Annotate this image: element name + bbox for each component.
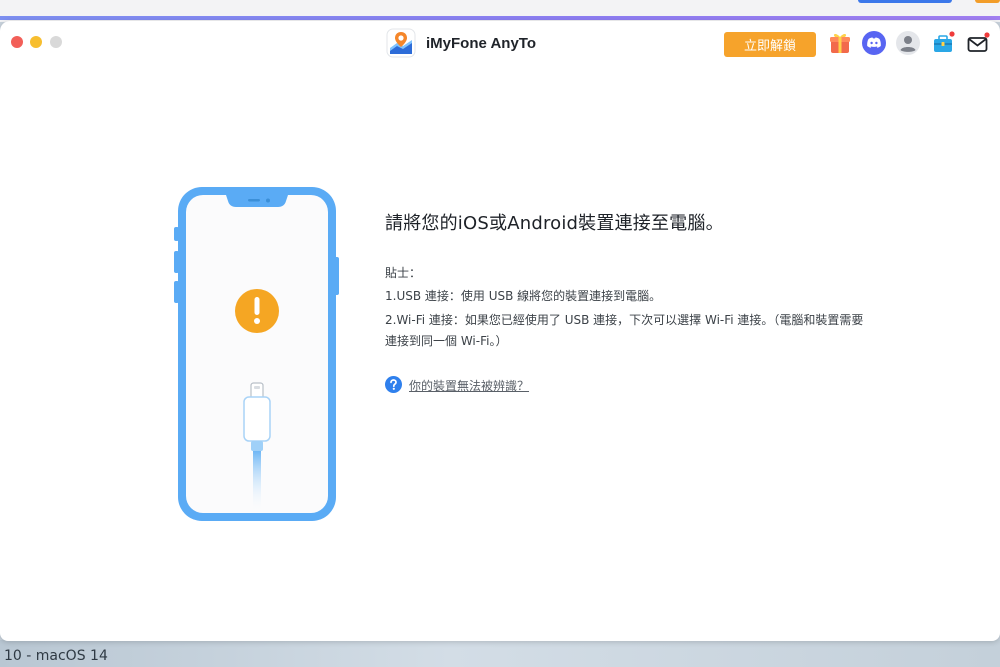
app-logo-icon — [386, 28, 416, 58]
tip-usb: 1.USB 連接：使用 USB 線將您的裝置連接到電腦。 — [385, 289, 662, 303]
device-not-recognized-link[interactable]: 你的裝置無法被辨識？ — [409, 377, 529, 394]
toolbox-icon[interactable] — [930, 30, 956, 56]
discord-icon[interactable] — [861, 30, 887, 56]
tip-wifi: 2.Wi-Fi 連接：如果您已經使用了 USB 連接，下次可以選擇 Wi-Fi … — [385, 313, 864, 348]
window-minimize-button[interactable] — [30, 36, 42, 48]
app-title: iMyFone AnyTo — [426, 35, 536, 52]
background-window-button-orange — [975, 0, 1000, 3]
app-window: iMyFone AnyTo 立即解鎖 請將您的iOS或Android裝置連接至電… — [0, 21, 1000, 641]
user-icon[interactable] — [895, 30, 921, 56]
phone-illustration — [174, 187, 339, 521]
desktop-caption: 10 - macOS 14 — [4, 648, 108, 664]
background-window-button — [858, 0, 952, 3]
gift-icon[interactable] — [827, 30, 853, 56]
tips-label: 貼士： — [385, 266, 422, 280]
desktop-background-bottom — [0, 640, 1000, 667]
page-title: 請將您的iOS或Android裝置連接至電腦。 — [385, 213, 724, 234]
window-maximize-button[interactable] — [50, 36, 62, 48]
question-icon[interactable] — [385, 376, 402, 393]
mail-icon[interactable] — [965, 30, 991, 56]
window-close-button[interactable] — [11, 36, 23, 48]
unlock-button[interactable]: 立即解鎖 — [724, 32, 816, 57]
background-window-edge — [0, 16, 1000, 20]
